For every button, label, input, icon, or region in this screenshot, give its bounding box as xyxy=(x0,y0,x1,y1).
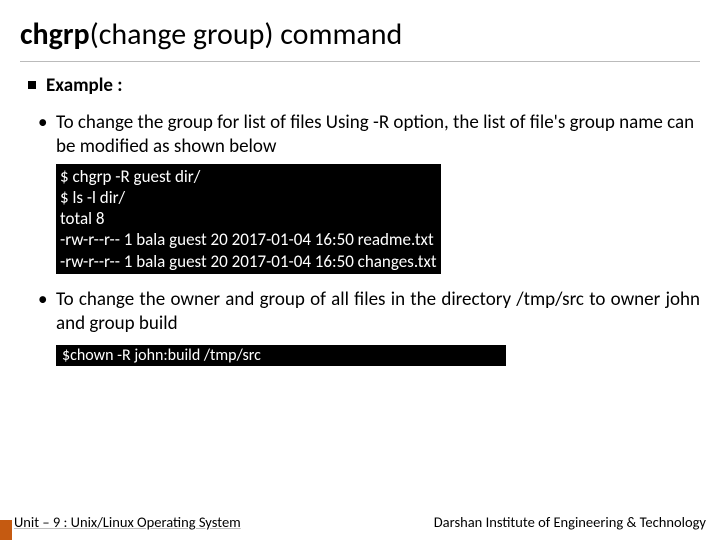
bullet-2: To change the owner and group of all fil… xyxy=(20,288,700,337)
terminal-line: total 8 xyxy=(60,208,437,229)
bullet-1: To change the group for list of files Us… xyxy=(20,111,700,160)
terminal-line: $ chgrp -R guest dir/ xyxy=(60,166,437,187)
footer-left: Unit – 9 : Unix/Linux Operating System xyxy=(14,513,241,531)
terminal-block-2: $chown -R john:build /tmp/src xyxy=(56,345,506,366)
title-rest: (change group) command xyxy=(90,16,403,53)
footer: Unit – 9 : Unix/Linux Operating System D… xyxy=(0,510,720,540)
footer-right: Darshan Institute of Engineering & Techn… xyxy=(434,513,706,531)
terminal-line: -rw-r--r-- 1 bala guest 20 2017-01-04 16… xyxy=(60,229,437,250)
title-bold: chgrp xyxy=(20,16,90,53)
terminal-block-1: $ chgrp -R guest dir/ $ ls -l dir/ total… xyxy=(56,164,441,274)
footer-accent xyxy=(0,520,12,540)
slide-title: chgrp(change group) command xyxy=(20,10,700,62)
terminal-line: $ ls -l dir/ xyxy=(60,187,437,208)
terminal-line: -rw-r--r-- 1 bala guest 20 2017-01-04 16… xyxy=(60,251,437,272)
example-heading: Example : xyxy=(20,74,700,97)
